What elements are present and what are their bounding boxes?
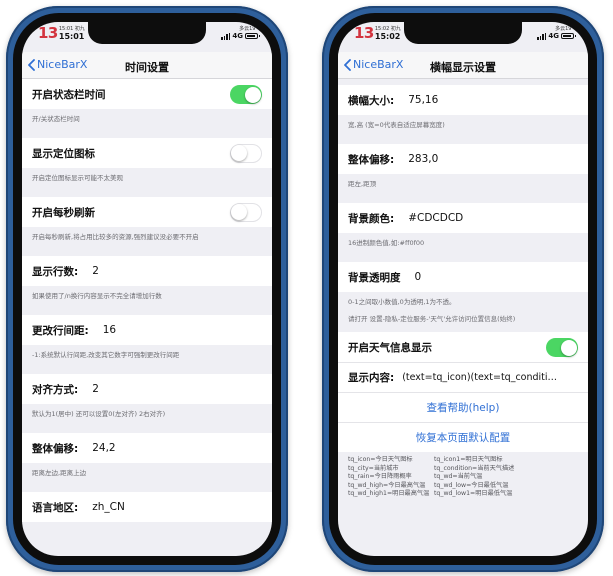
row-description: 如果使用了/n换行内容显示不完全请增加行数 <box>32 292 162 300</box>
settings-list: 开启状态栏时间 开/关状态栏时间 显示定位图标 开启定位图标显示可能不太美观 开… <box>22 79 272 556</box>
status-day: 13 <box>38 24 58 42</box>
status-time: 15:02 <box>374 32 401 41</box>
battery-icon <box>245 33 260 39</box>
row-label: 背景透明度 <box>348 271 401 284</box>
legend-row: tq_icon=今日天气图标 tq_icon1=明日天气图标 <box>348 456 503 463</box>
background-alpha-value[interactable]: 0 <box>415 271 422 283</box>
back-label: NiceBarX <box>353 58 404 71</box>
offset-value[interactable]: 24,2 <box>92 442 115 454</box>
row-statusbar-time: 开启状态栏时间 <box>22 79 272 109</box>
reset-defaults-link[interactable]: 恢复本页面默认配置 <box>338 422 588 452</box>
row-locale[interactable]: 语言地区: zh_CN <box>22 492 272 522</box>
row-label: 背景颜色: <box>348 212 395 225</box>
status-day: 13 <box>354 24 374 42</box>
locale-value[interactable]: zh_CN <box>92 501 125 513</box>
navigation-bar: NiceBarX 横幅显示设置 <box>338 52 588 79</box>
weather-permission-note: 请打开 设置-隐私-定位服务-'天气'允许访问位置信息(始终) <box>348 315 516 323</box>
row-label: 显示行数: <box>32 265 79 278</box>
variable-legend: tq_icon=今日天气图标 tq_icon1=明日天气图标 tq_city=当前… <box>338 452 588 503</box>
display-content-value[interactable]: (text=tq_icon)(text=tq_condition,siz... <box>402 372 562 383</box>
toggle-knob <box>560 339 577 356</box>
row-description: 宽,高 (宽=0代表自适应屏幕宽度) <box>348 121 445 129</box>
signal-icon <box>221 32 231 40</box>
row-banner-size[interactable]: 横幅大小: 75,16 <box>338 85 588 115</box>
network-type: 4G <box>232 32 243 40</box>
row-label: 显示定位图标 <box>32 147 95 160</box>
line-spacing-value[interactable]: 16 <box>103 324 116 336</box>
row-label: 语言地区: <box>32 501 79 514</box>
location-icon-toggle[interactable] <box>230 144 262 163</box>
network-type: 4G <box>548 32 559 40</box>
row-label: 整体偏移: <box>348 153 395 166</box>
row-background-color[interactable]: 背景颜色: #CDCDCD <box>338 203 588 233</box>
row-display-content[interactable]: 显示内容: (text=tq_icon)(text=tq_condition,s… <box>338 362 588 392</box>
legend-row: tq_wd_high=今日最高气温 tq_wd_low=今日最低气温 <box>348 481 509 489</box>
help-link[interactable]: 查看帮助(help) <box>338 392 588 422</box>
offset-value[interactable]: 283,0 <box>408 153 438 165</box>
row-weather-show: 开启天气信息显示 <box>338 332 588 362</box>
row-line-spacing[interactable]: 更改行间距: 16 <box>22 315 272 345</box>
notch <box>88 22 206 44</box>
row-description: 距左,距顶 <box>348 180 377 188</box>
alignment-value[interactable]: 2 <box>92 383 99 395</box>
row-per-second-refresh: 开启每秒刷新 <box>22 197 272 227</box>
back-label: NiceBarX <box>37 58 88 71</box>
legend-row: tq_rain=今日降雨概率 tq_wd=当前气温 <box>348 473 483 480</box>
row-background-alpha[interactable]: 背景透明度 0 <box>338 262 588 292</box>
banner-size-value[interactable]: 75,16 <box>408 94 438 106</box>
row-label: 横幅大小: <box>348 94 395 107</box>
chevron-left-icon <box>28 58 35 71</box>
row-label: 对齐方式: <box>32 383 79 396</box>
weather-show-toggle[interactable] <box>546 338 578 357</box>
row-label: 开启天气信息显示 <box>348 341 432 354</box>
row-description: 16进制颜色值,如:#ff0f00 <box>348 239 425 247</box>
background-color-value[interactable]: #CDCDCD <box>408 212 463 224</box>
row-label: 整体偏移: <box>32 442 79 455</box>
row-alignment[interactable]: 对齐方式: 2 <box>22 374 272 404</box>
toggle-knob <box>231 145 247 161</box>
notch <box>404 22 522 44</box>
statusbar-time-toggle[interactable] <box>230 85 262 104</box>
back-button[interactable]: NiceBarX <box>28 58 87 71</box>
row-label: 更改行间距: <box>32 324 89 337</box>
toggle-knob <box>244 86 261 103</box>
battery-icon <box>561 33 576 39</box>
right-phone-frame: 13 15:02 初九 15:02 多云19° 4G NiceBarX 横幅显示… <box>322 6 604 572</box>
navigation-bar: NiceBarX 时间设置 <box>22 52 272 79</box>
settings-list: 横幅大小: 75,16 宽,高 (宽=0代表自适应屏幕宽度) 整体偏移: 283… <box>338 79 588 556</box>
row-label: 开启状态栏时间 <box>32 88 106 101</box>
legend-row: tq_city=当前城市 tq_condition=当前天气描述 <box>348 464 515 472</box>
row-line-count[interactable]: 显示行数: 2 <box>22 256 272 286</box>
row-description: 距离左边,距离上边 <box>32 469 87 477</box>
back-button[interactable]: NiceBarX <box>344 58 403 71</box>
row-description: 0-1之间取小数值,0为透明,1为不透。 <box>348 298 456 306</box>
row-offset[interactable]: 整体偏移: 24,2 <box>22 433 272 463</box>
signal-icon <box>537 32 547 40</box>
per-second-refresh-toggle[interactable] <box>230 203 262 222</box>
row-location-icon: 显示定位图标 <box>22 138 272 168</box>
row-label: 开启每秒刷新 <box>32 206 95 219</box>
line-count-value[interactable]: 2 <box>92 265 99 277</box>
row-description: 开/关状态栏时间 <box>32 115 80 123</box>
row-description: 默认为1(居中) 还可以设置0(左对齐) 2右对齐) <box>32 410 166 418</box>
row-description: 开启定位图标显示可能不太美观 <box>32 174 123 182</box>
row-offset[interactable]: 整体偏移: 283,0 <box>338 144 588 174</box>
chevron-left-icon <box>344 58 351 71</box>
row-description: 开启每秒刷新,将占用比较多的资源,强烈建议没必要不开启 <box>32 233 199 241</box>
row-label: 显示内容: <box>348 372 395 384</box>
row-description: -1:系统默认行间距,改变其它数字可强制更改行间距 <box>32 351 180 359</box>
left-phone-frame: 13 15:01 初九 15:01 多云19° 4G NiceBarX 时间设置… <box>6 6 288 572</box>
left-screen: 13 15:01 初九 15:01 多云19° 4G NiceBarX 时间设置… <box>22 22 272 556</box>
toggle-knob <box>231 204 247 220</box>
legend-row: tq_wd_high1=明日最高气温 tq_wd_low1=明日最低气温 <box>348 490 513 497</box>
status-time: 15:01 <box>58 32 85 41</box>
right-screen: 13 15:02 初九 15:02 多云19° 4G NiceBarX 横幅显示… <box>338 22 588 556</box>
